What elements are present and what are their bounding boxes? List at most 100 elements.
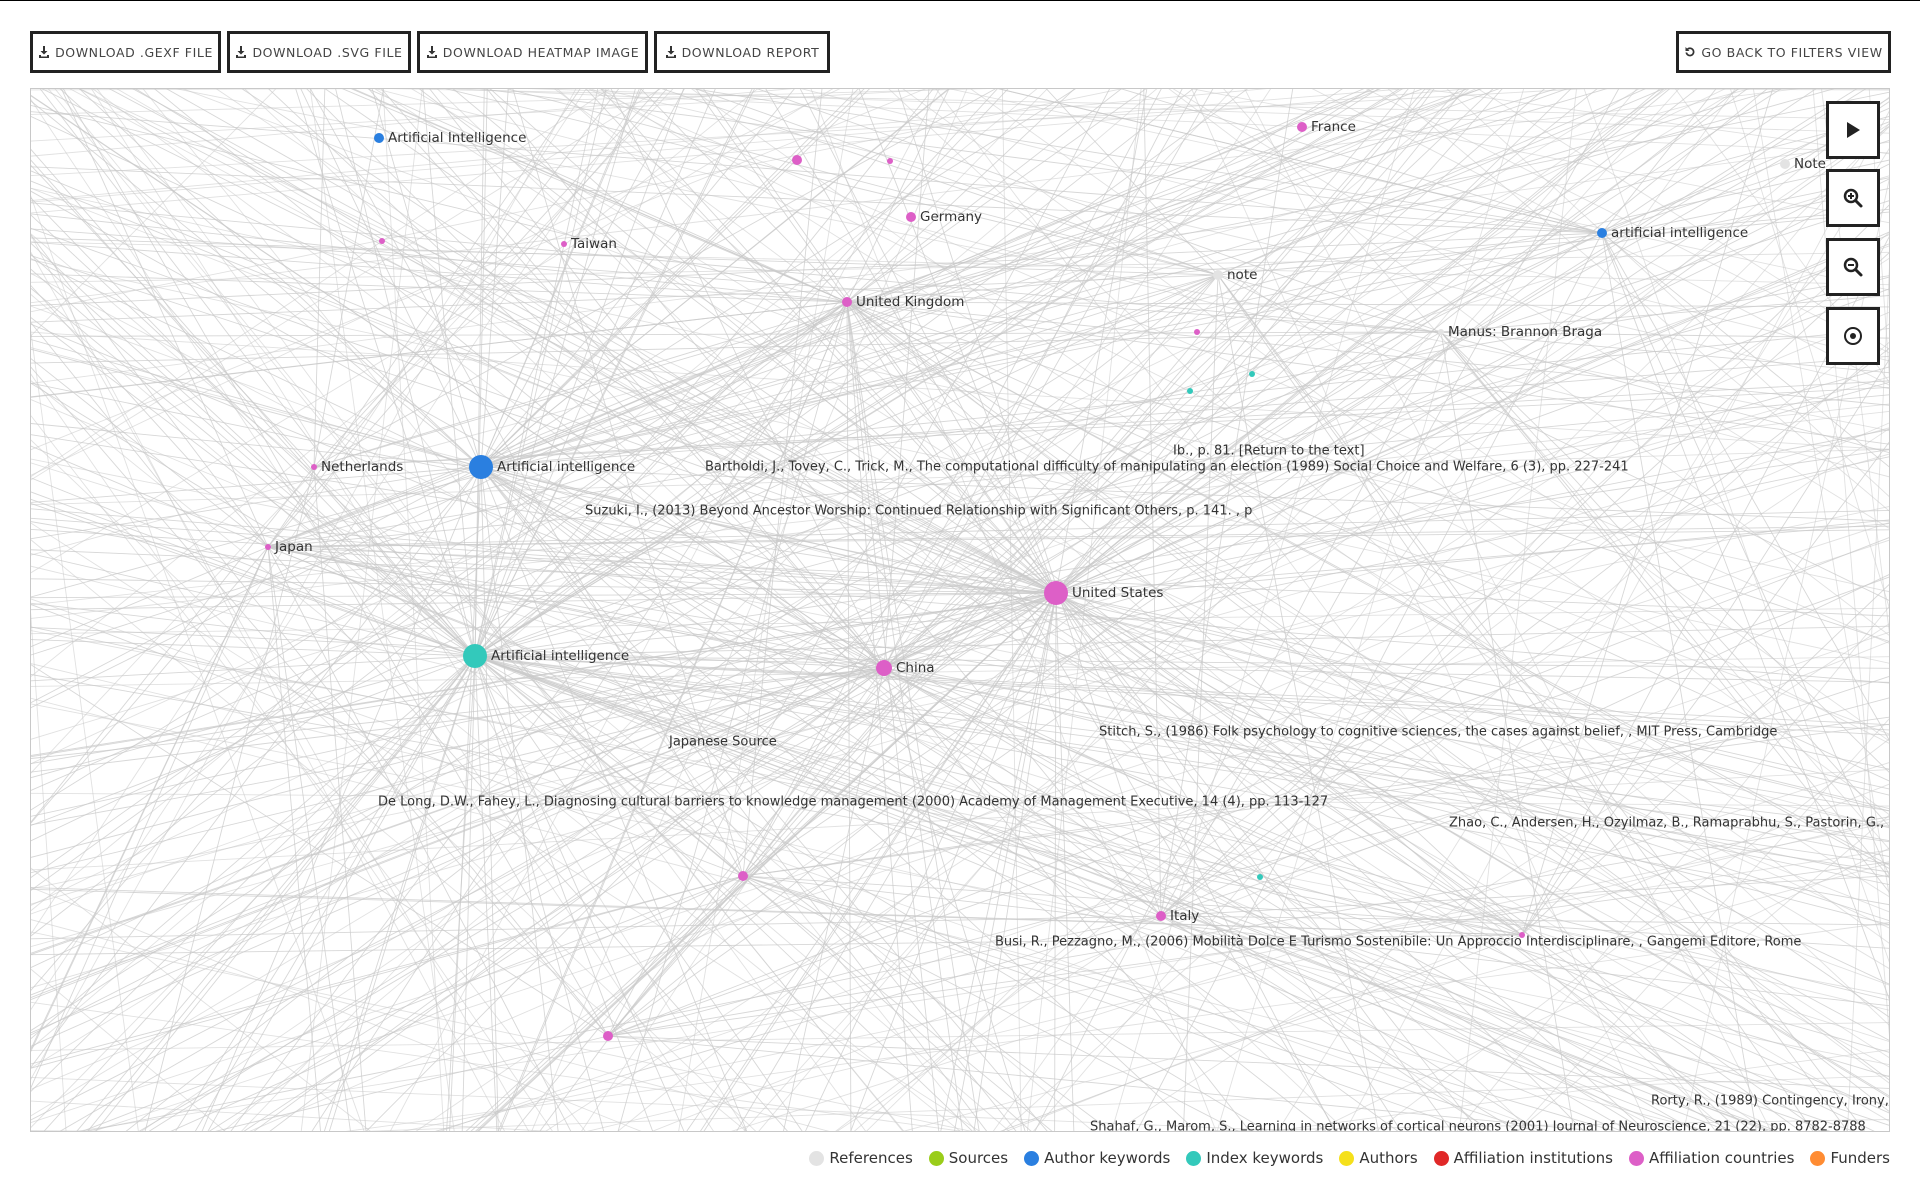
graph-node-label[interactable]: France <box>1311 119 1356 135</box>
graph-node-label[interactable]: Artificial intelligence <box>497 459 635 475</box>
legend-item-affiliation-institutions[interactable]: Affiliation institutions <box>1433 1149 1613 1167</box>
center-view-button[interactable] <box>1826 307 1880 365</box>
download-svg-button[interactable]: DOWNLOAD .SVG FILE <box>227 31 411 73</box>
download-gexf-label: DOWNLOAD .GEXF FILE <box>55 44 213 60</box>
graph-edge <box>31 89 841 476</box>
graph-node[interactable] <box>379 238 385 244</box>
legend-label: Index keywords <box>1206 1149 1324 1167</box>
zoom-out-icon <box>1843 257 1863 277</box>
legend-dot <box>928 1150 944 1166</box>
graph-node-label[interactable]: Taiwan <box>571 236 617 252</box>
graph-node[interactable] <box>469 455 493 479</box>
graph-edge <box>1005 783 1889 1131</box>
graph-node[interactable] <box>561 241 567 247</box>
graph-edge <box>125 274 1219 1131</box>
graph-node[interactable] <box>792 155 802 165</box>
reference-node-label[interactable]: Ib., p. 81. [Return to the text] <box>1173 444 1365 459</box>
legend-label: Affiliation institutions <box>1453 1149 1613 1167</box>
graph-node[interactable] <box>463 644 487 668</box>
legend-label: Sources <box>948 1149 1009 1167</box>
graph-edge <box>1601 232 1757 1131</box>
graph-edge <box>31 1022 1889 1051</box>
graph-edge <box>948 89 1889 291</box>
graph-node-label[interactable]: Note <box>1794 156 1826 172</box>
graph-node[interactable] <box>311 464 317 470</box>
download-svg-label: DOWNLOAD .SVG FILE <box>252 44 403 60</box>
graph-node[interactable] <box>906 212 916 222</box>
reference-node-label[interactable]: Zhao, C., Andersen, H., Ozyilmaz, B., Ra… <box>1449 816 1889 831</box>
reference-node-label[interactable]: Stitch, S., (1986) Folk psychology to co… <box>1099 725 1777 740</box>
graph-node[interactable] <box>1213 270 1223 280</box>
play-layout-button[interactable] <box>1826 101 1880 159</box>
graph-node[interactable] <box>603 1031 613 1041</box>
graph-node[interactable] <box>265 544 271 550</box>
graph-node[interactable] <box>1187 388 1193 394</box>
graph-node[interactable] <box>738 871 748 881</box>
zoom-out-button[interactable] <box>1826 238 1880 296</box>
graph-node[interactable] <box>374 133 384 143</box>
legend-dot <box>1433 1150 1449 1166</box>
reference-node-label[interactable]: Shahaf, G., Marom, S., Learning in netwo… <box>1090 1120 1866 1132</box>
zoom-in-button[interactable] <box>1826 169 1880 227</box>
legend-item-affiliation-countries[interactable]: Affiliation countries <box>1628 1149 1795 1167</box>
graph-node[interactable] <box>1297 122 1307 132</box>
graph-node-label[interactable]: Artificial Intelligence <box>388 130 526 146</box>
graph-node[interactable] <box>876 660 892 676</box>
legend-item-funders[interactable]: Funders <box>1810 1149 1890 1167</box>
graph-node[interactable] <box>842 297 852 307</box>
reference-node-label[interactable]: Suzuki, I., (2013) Beyond Ancestor Worsh… <box>585 504 1252 519</box>
legend-item-sources[interactable]: Sources <box>928 1149 1009 1167</box>
graph-node[interactable] <box>1780 159 1790 169</box>
graph-edge <box>1055 366 1889 594</box>
legend-item-authors[interactable]: Authors <box>1339 1149 1418 1167</box>
legend-dot <box>1186 1150 1202 1166</box>
play-icon <box>1847 122 1860 138</box>
graph-node-label[interactable]: United Kingdom <box>856 294 964 310</box>
graph-node-label[interactable]: Netherlands <box>321 459 403 475</box>
graph-node-label[interactable]: Artificial intelligence <box>491 648 629 664</box>
graph-edge <box>31 491 476 657</box>
reference-node-label[interactable]: Japanese Source <box>669 735 777 750</box>
center-view-icon <box>1844 327 1862 345</box>
download-report-button[interactable]: DOWNLOAD REPORT <box>654 31 830 73</box>
top-border <box>0 0 1920 1</box>
graph-edge <box>1521 583 1889 936</box>
graph-node-label[interactable]: Italy <box>1170 908 1199 924</box>
download-heatmap-label: DOWNLOAD HEATMAP IMAGE <box>442 44 640 60</box>
graph-node[interactable] <box>1438 329 1444 335</box>
graph-node-label[interactable]: Japan <box>275 539 313 555</box>
legend-item-index-keywords[interactable]: Index keywords <box>1186 1149 1323 1167</box>
reference-node-label[interactable]: Busi, R., Pezzagno, M., (2006) Mobilità … <box>995 935 1801 950</box>
back-to-filters-label: GO BACK TO FILTERS VIEW <box>1701 44 1883 60</box>
graph-node[interactable] <box>1044 581 1068 605</box>
graph-edge <box>1160 875 1889 917</box>
network-graph-canvas[interactable]: Artificial Intelligence France Note Germany… <box>30 88 1890 1132</box>
graph-node[interactable] <box>1257 874 1263 880</box>
graph-node[interactable] <box>887 158 893 164</box>
graph-node[interactable] <box>1194 329 1200 335</box>
graph-node-label[interactable]: Germany <box>920 209 982 225</box>
legend-item-references[interactable]: References <box>809 1149 913 1167</box>
reference-node-label[interactable]: Rorty, R., (1989) Contingency, Irony, an <box>1651 1094 1889 1109</box>
legend-dot <box>1339 1150 1355 1166</box>
legend-label: Affiliation countries <box>1648 1149 1795 1167</box>
zoom-in-icon <box>1843 188 1863 208</box>
graph-node-label[interactable]: China <box>896 660 935 676</box>
graph-node-label[interactable]: note <box>1227 267 1257 283</box>
back-to-filters-button[interactable]: GO BACK TO FILTERS VIEW <box>1676 31 1891 73</box>
graph-node[interactable] <box>1156 911 1166 921</box>
graph-edge <box>846 301 1889 406</box>
graph-node[interactable] <box>1597 228 1607 238</box>
graph-node[interactable] <box>1249 371 1255 377</box>
graph-node-label[interactable]: artificial intelligence <box>1611 225 1748 241</box>
reference-node-label[interactable]: Bartholdi, J., Tovey, C., Trick, M., The… <box>705 460 1629 475</box>
graph-node-label[interactable]: Manus: Brannon Braga <box>1448 324 1602 340</box>
graph-node-label[interactable]: United States <box>1072 585 1163 601</box>
download-heatmap-button[interactable]: DOWNLOAD HEATMAP IMAGE <box>417 31 648 73</box>
legend-item-author-keywords[interactable]: Author keywords <box>1024 1149 1170 1167</box>
reference-node-label[interactable]: De Long, D.W., Fahey, L., Diagnosing cul… <box>378 795 1328 810</box>
download-gexf-button[interactable]: DOWNLOAD .GEXF FILE <box>30 31 221 73</box>
graph-edge <box>1217 274 1814 1131</box>
download-icon <box>39 46 50 58</box>
graph-edge <box>480 89 870 468</box>
